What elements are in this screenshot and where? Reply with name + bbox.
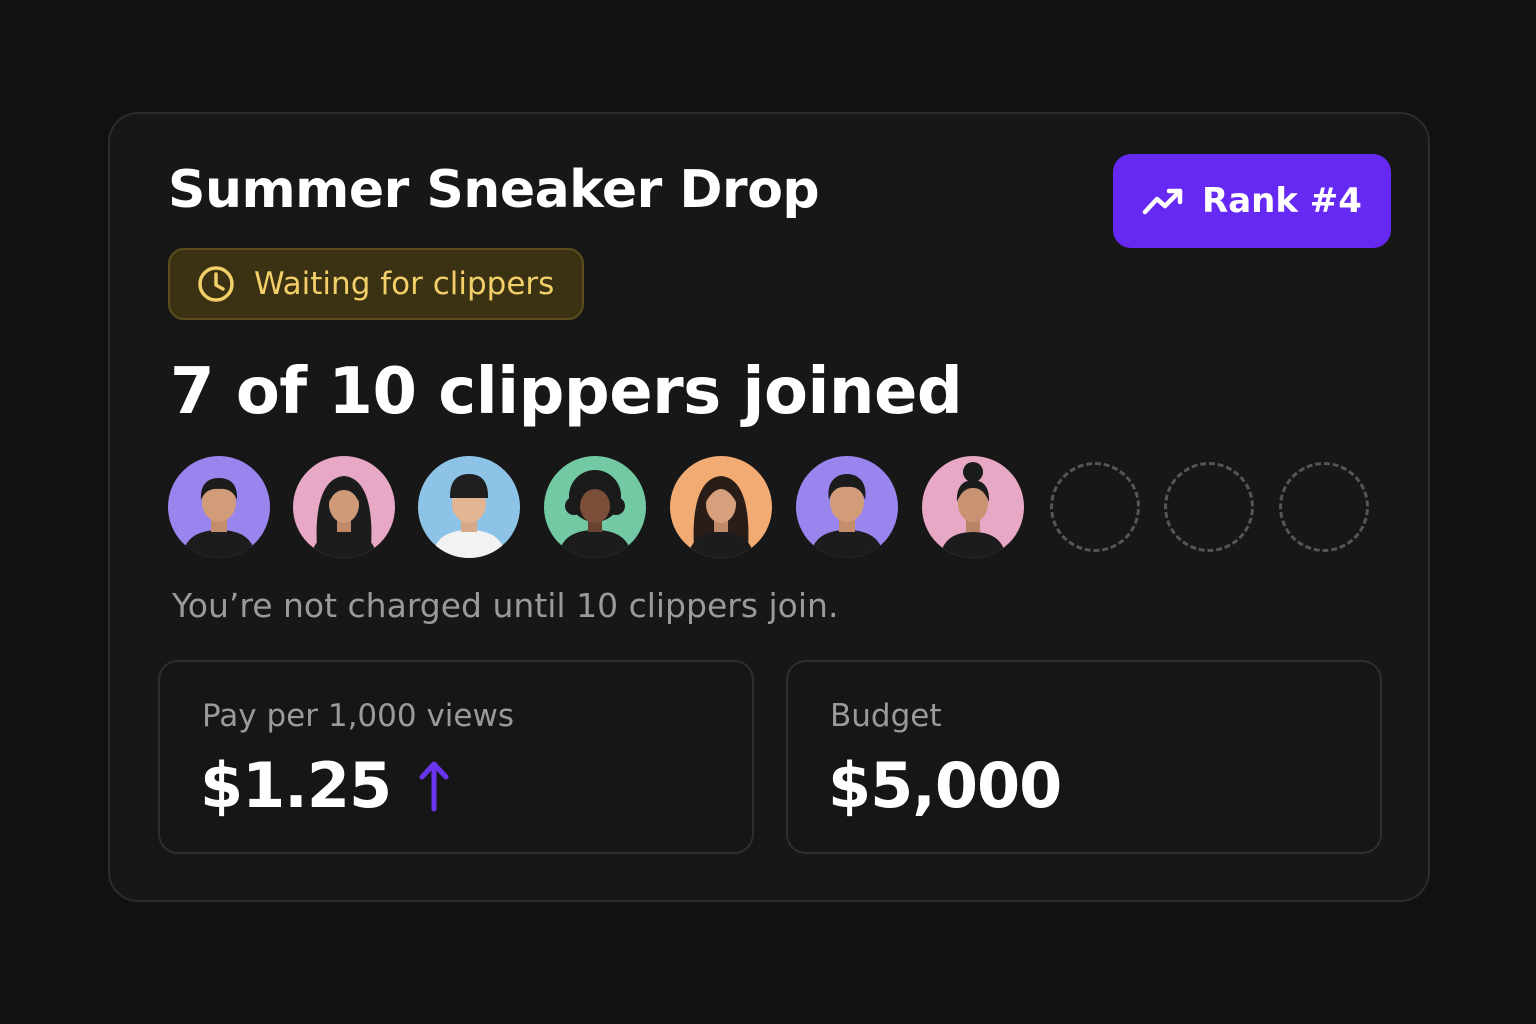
avatar: [544, 456, 646, 558]
empty-slot: [1164, 462, 1254, 552]
rank-label: Rank #4: [1202, 181, 1362, 221]
pay-rate-value: $1.25: [200, 749, 392, 822]
avatar: [293, 456, 395, 558]
avatar: [418, 456, 520, 558]
clock-icon: [196, 264, 236, 304]
empty-slot: [1279, 462, 1369, 552]
avatar: [922, 456, 1024, 558]
pay-rate-card: Pay per 1,000 views $1.25: [158, 660, 754, 854]
avatar: [670, 456, 772, 558]
pay-rate-label: Pay per 1,000 views: [202, 698, 514, 734]
budget-value: $5,000: [828, 749, 1062, 822]
budget-card: Budget $5,000: [786, 660, 1382, 854]
arrow-up-icon: [419, 759, 449, 813]
billing-note: You’re not charged until 10 clippers joi…: [172, 586, 839, 625]
status-badge: Waiting for clippers: [168, 248, 585, 320]
empty-slot: [1050, 462, 1140, 552]
joined-count: 7 of 10 clippers joined: [170, 355, 963, 429]
pay-rate-value-row: $1.25: [200, 748, 449, 824]
rank-button[interactable]: Rank #4: [1113, 154, 1391, 248]
trending-up-icon: [1142, 186, 1184, 216]
avatar: [796, 456, 898, 558]
campaign-title: Summer Sneaker Drop: [168, 160, 820, 220]
budget-label: Budget: [830, 698, 942, 734]
status-label: Waiting for clippers: [254, 266, 555, 302]
clipper-avatars: [168, 456, 1378, 560]
avatar: [168, 456, 270, 558]
campaign-card: Summer Sneaker Drop Rank #4 Waiting for …: [108, 112, 1430, 902]
